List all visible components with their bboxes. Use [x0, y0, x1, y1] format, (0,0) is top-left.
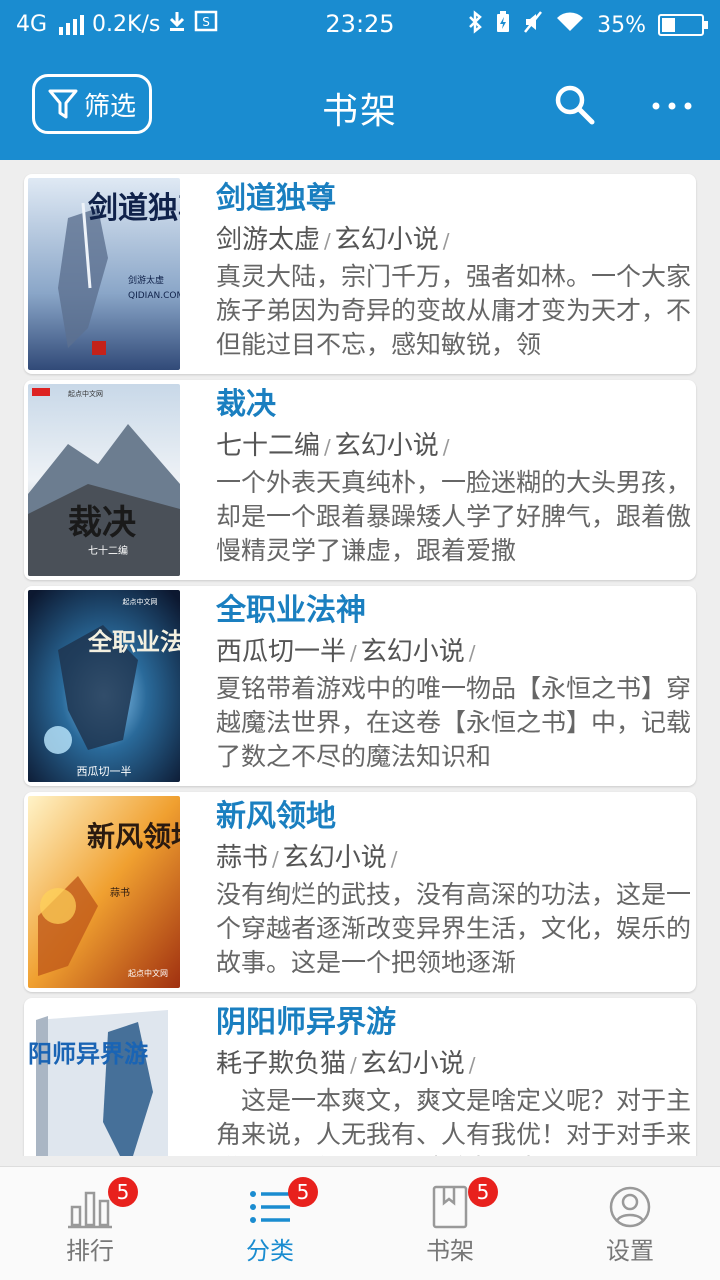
book-title[interactable]: 剑道独尊 [216, 178, 692, 220]
svg-text:起点中文网: 起点中文网 [123, 597, 158, 606]
svg-text:起点中文网: 起点中文网 [68, 389, 103, 398]
svg-text:全职业法神: 全职业法神 [87, 627, 180, 656]
svg-text:裁决: 裁决 [68, 503, 136, 543]
status-right: 35% [467, 10, 708, 40]
bluetooth-icon [467, 10, 483, 40]
book-author[interactable]: 西瓜切一半 [216, 637, 346, 667]
svg-text:起点中文网: 起点中文网 [128, 968, 168, 978]
book-cover: 全职业法神 西瓜切一半 起点中文网 [28, 590, 180, 782]
book-meta: 西瓜切一半 / 玄幻小说 / [216, 637, 476, 667]
book-list[interactable]: 剑道独尊 QIDIAN.COM 剑游太虚 剑道独尊 剑游太虚/玄幻小说/ 真灵大… [0, 160, 720, 1156]
book-title[interactable]: 裁决 [216, 384, 692, 426]
nav-label: 分类 [246, 1237, 294, 1265]
book-cover: 起点中文网 裁决 七十二编 [28, 384, 180, 576]
book-description: 一个外表天真纯朴，一脸迷糊的大头男孩，却是一个跟着暴躁矮人学了好脾气，跟着傲慢精… [216, 468, 692, 565]
nav-item-bookshelf[interactable]: 5 书架 [360, 1167, 540, 1280]
book-meta: 剑游太虚 / 玄幻小说 / [216, 225, 450, 255]
book-title[interactable]: 新风领地 [216, 796, 692, 838]
book-category[interactable]: 玄幻小说 [283, 843, 387, 873]
book-cover: 剑道独尊 QIDIAN.COM 剑游太虚 [28, 178, 180, 370]
book-card[interactable]: 全职业法神 西瓜切一半 起点中文网 全职业法神 西瓜切一半/玄幻小说/ 夏铭带着… [24, 586, 696, 786]
status-bar: 4G 0.2K/s S 23:25 35% [0, 0, 720, 48]
battery-saver-icon [495, 10, 511, 40]
ranking-icon [68, 1191, 112, 1229]
book-description: 真灵大陆，宗门千万，强者如林。一个大家族子弟因为奇异的变故从庸才变为天才，不但能… [216, 262, 692, 359]
svg-text:蒜书: 蒜书 [110, 887, 130, 899]
notification-badge: 5 [288, 1177, 318, 1207]
book-title[interactable]: 阴阳师异界游 [216, 1002, 692, 1044]
svg-text:剑游太虚: 剑游太虚 [128, 274, 164, 286]
notification-badge: 5 [468, 1177, 498, 1207]
search-button[interactable] [552, 82, 598, 128]
notification-badge: 5 [108, 1177, 138, 1207]
battery-percent: 35% [597, 12, 646, 38]
svg-text:QIDIAN.COM: QIDIAN.COM [128, 291, 180, 301]
book-meta: 耗子欺负猫 / 玄幻小说 / [216, 1049, 476, 1079]
app-bar: 筛选 书架 [0, 48, 720, 160]
book-card[interactable]: 剑道独尊 QIDIAN.COM 剑游太虚 剑道独尊 剑游太虚/玄幻小说/ 真灵大… [24, 174, 696, 374]
svg-text:西瓜切一半: 西瓜切一半 [77, 764, 132, 778]
settings-icon [609, 1186, 651, 1228]
nav-label: 排行 [66, 1237, 114, 1265]
book-author[interactable]: 剑游太虚 [216, 225, 320, 255]
bottom-nav: 5 排行 5 分类 5 书架 设置 [0, 1166, 720, 1280]
bookshelf-icon [432, 1185, 468, 1229]
book-card[interactable]: 阴阳师异界游 阴阳师异界游 耗子欺负猫/玄幻小说/ 这是一本爽文，爽文是啥定义呢… [24, 998, 696, 1156]
more-button[interactable] [646, 82, 698, 128]
page-title: 书架 [321, 91, 398, 132]
search-icon [555, 85, 595, 125]
nav-item-settings[interactable]: 设置 [540, 1167, 720, 1280]
book-category[interactable]: 玄幻小说 [361, 1049, 465, 1079]
book-meta: 蒜书 / 玄幻小说 / [216, 843, 398, 873]
book-card[interactable]: 起点中文网 裁决 七十二编 裁决 七十二编 / 玄幻小说 / 一个外表天真纯朴，一脸迷… [24, 380, 696, 580]
mute-icon [523, 10, 543, 40]
book-author[interactable]: 七十二编 [216, 431, 320, 461]
svg-text:阴阳师异界游: 阴阳师异界游 [28, 1039, 148, 1068]
category-icon [250, 1191, 290, 1223]
wifi-icon [555, 11, 585, 39]
nav-item-ranking[interactable]: 5 排行 [0, 1167, 180, 1280]
nav-label: 书架 [426, 1237, 474, 1265]
nav-item-category[interactable]: 5 分类 [180, 1167, 360, 1280]
svg-text:新风领地: 新风领地 [87, 820, 180, 853]
book-cover: 新风领地 蒜书 起点中文网 [28, 796, 180, 988]
book-meta: 七十二编 / 玄幻小说 / [216, 431, 450, 461]
more-icon [652, 102, 692, 110]
book-title[interactable]: 全职业法神 [216, 590, 692, 632]
book-cover: 阴阳师异界游 [28, 1002, 180, 1156]
book-description: 没有绚烂的武技，没有高深的功法，这是一个穿越者逐渐改变异界生活，文化，娱乐的故事… [216, 880, 692, 977]
book-author[interactable]: 耗子欺负猫 [216, 1049, 346, 1079]
book-category[interactable]: 玄幻小说 [335, 225, 439, 255]
svg-text:剑道独尊: 剑道独尊 [88, 191, 180, 226]
book-card[interactable]: 新风领地 蒜书 起点中文网 新风领地 蒜书/玄幻小说/ 没有绚烂的武技，没有高深… [24, 792, 696, 992]
book-author[interactable]: 蒜书 [216, 843, 268, 873]
book-description: 这是一本爽文，爽文是啥定义呢？对于主角来说，人无我有、人有我优！对于对手来说，我… [216, 1086, 692, 1156]
book-category[interactable]: 玄幻小说 [361, 637, 465, 667]
book-description: 夏铭带着游戏中的唯一物品【永恒之书】穿越魔法世界，在这卷【永恒之书】中，记载了数… [216, 674, 692, 771]
book-category[interactable]: 玄幻小说 [335, 431, 439, 461]
battery-icon [658, 14, 708, 36]
svg-text:七十二编: 七十二编 [88, 544, 128, 557]
nav-label: 设置 [606, 1237, 654, 1265]
